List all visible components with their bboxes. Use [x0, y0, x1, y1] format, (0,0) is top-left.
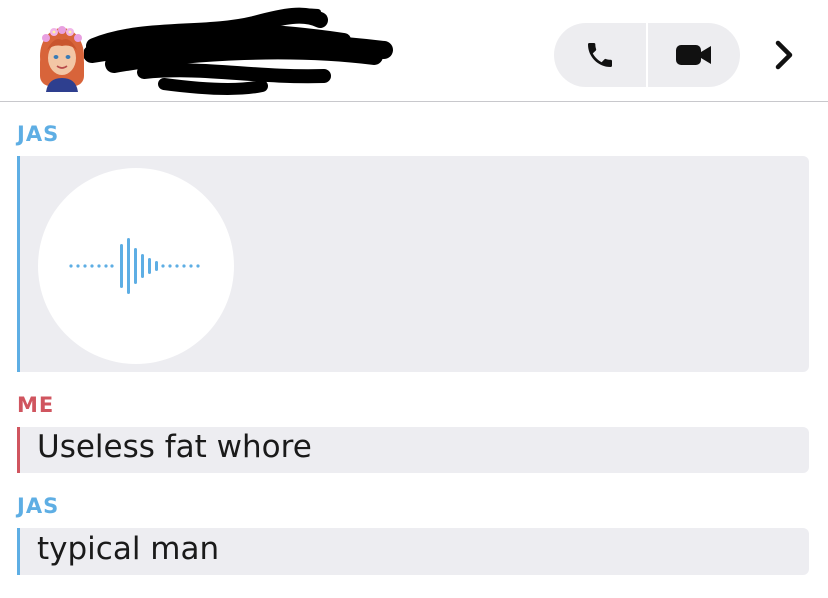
redacted-username-scribble: [83, 6, 402, 98]
message-text: Useless fat whore: [37, 429, 312, 465]
call-actions: [554, 23, 740, 87]
sender-indicator-bar: [17, 156, 20, 372]
chevron-right-icon: [775, 40, 793, 70]
text-message[interactable]: Useless fat whore: [17, 427, 809, 473]
voice-note-message[interactable]: [17, 156, 809, 372]
phone-icon: [588, 43, 612, 67]
voice-note-play-button[interactable]: [38, 168, 234, 364]
message-text: typical man: [37, 531, 220, 567]
text-message[interactable]: typical man: [17, 528, 809, 575]
chat-settings-button[interactable]: [764, 35, 804, 75]
video-camera-icon: [676, 45, 711, 65]
sender-indicator-bar: [17, 528, 20, 575]
voice-call-button[interactable]: [554, 23, 646, 87]
message-sender: ME: [17, 393, 55, 417]
chat-header: [0, 0, 828, 102]
friend-bitmoji-avatar[interactable]: [34, 22, 90, 92]
message-sender: JAS: [17, 122, 60, 146]
sender-indicator-bar: [17, 427, 20, 473]
message-sender: JAS: [17, 494, 60, 518]
audio-waveform-icon: [69, 238, 200, 294]
video-call-button[interactable]: [648, 23, 740, 87]
